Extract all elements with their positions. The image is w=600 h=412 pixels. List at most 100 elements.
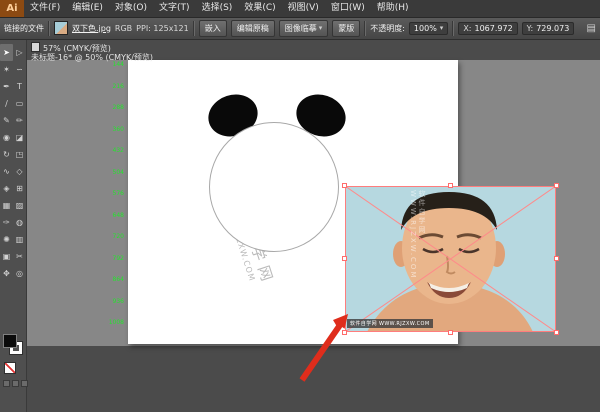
mask-button[interactable]: 蒙版	[332, 20, 360, 37]
blob-brush-tool[interactable]: ◉	[0, 129, 13, 146]
placed-linked-image[interactable]: 软件自学网 WWW.RJZXW.COM 软件自学网 WWW.RJZXW.COM	[345, 186, 556, 332]
menu-help[interactable]: 帮助(H)	[371, 0, 415, 17]
document-icon	[31, 42, 40, 52]
handle-top-left[interactable]	[342, 183, 347, 188]
app-logo: Ai	[0, 0, 24, 17]
ruler-label: 1008	[98, 320, 124, 326]
divider	[452, 21, 454, 36]
chevron-down-icon: ▾	[319, 24, 323, 32]
ruler-label: 792	[98, 256, 124, 262]
ruler-label: 288	[98, 105, 124, 111]
embed-button[interactable]: 嵌入	[199, 20, 227, 37]
divider	[364, 21, 366, 36]
menu-edit[interactable]: 编辑(E)	[66, 0, 109, 17]
type-tool[interactable]: T	[13, 78, 26, 95]
rotate-tool[interactable]: ↻	[0, 146, 13, 163]
handle-top-middle[interactable]	[448, 183, 453, 188]
zoom-tool[interactable]: ◎	[13, 265, 26, 282]
y-label: Y:	[527, 24, 534, 33]
draw-normal-mode-button[interactable]	[3, 380, 10, 387]
perspective-grid-tool[interactable]: ⊞	[13, 180, 26, 197]
ruler-label: 360	[98, 127, 124, 133]
ruler-label: 864	[98, 277, 124, 283]
hand-tool[interactable]: ✥	[0, 265, 13, 282]
draw-behind-mode-button[interactable]	[12, 380, 19, 387]
menu-type[interactable]: 文字(T)	[153, 0, 196, 17]
y-position-field[interactable]: Y: 729.073	[522, 22, 575, 35]
x-value: 1067.972	[475, 24, 513, 33]
width-tool[interactable]: ∿	[0, 163, 13, 180]
handle-bottom-middle[interactable]	[448, 330, 453, 335]
ruler-label: 504	[98, 170, 124, 176]
scale-tool[interactable]: ◳	[13, 146, 26, 163]
x-position-field[interactable]: X: 1067.972	[458, 22, 517, 35]
opacity-value: 100%	[414, 24, 437, 33]
panel-icon[interactable]: ▤	[587, 23, 596, 34]
photo-illustration	[345, 186, 556, 332]
mesh-tool[interactable]: ▦	[0, 197, 13, 214]
direct-selection-tool[interactable]: ▷	[13, 44, 26, 61]
menubar: Ai 文件(F) 编辑(E) 对象(O) 文字(T) 选择(S) 效果(C) 视…	[0, 0, 600, 18]
handle-top-right[interactable]	[554, 183, 559, 188]
free-transform-tool[interactable]: ◇	[13, 163, 26, 180]
symbol-sprayer-tool[interactable]: ✺	[0, 231, 13, 248]
eraser-tool[interactable]: ◪	[13, 129, 26, 146]
drawing-mode-buttons	[3, 380, 28, 387]
document-title: 未标题-16* @ 50% (CMYK/预览)	[31, 53, 153, 62]
document-tab[interactable]: 未标题-16* @ 50% (CMYK/预览)	[31, 52, 153, 63]
handle-middle-left[interactable]	[342, 256, 347, 261]
ruler-label: 216	[98, 84, 124, 90]
shape-builder-tool[interactable]: ◈	[0, 180, 13, 197]
ruler-label: 432	[98, 148, 124, 154]
y-value: 729.073	[536, 24, 569, 33]
linked-file-thumbnail	[54, 21, 68, 35]
line-segment-tool[interactable]: ∕	[0, 95, 13, 112]
ruler-label: 720	[98, 234, 124, 240]
lasso-tool[interactable]: ∽	[13, 61, 26, 78]
edit-original-button[interactable]: 编辑原稿	[231, 20, 275, 37]
handle-bottom-left[interactable]	[342, 330, 347, 335]
paintbrush-tool[interactable]: ✎	[0, 112, 13, 129]
divider	[48, 21, 50, 36]
artboard-tool[interactable]: ▣	[0, 248, 13, 265]
photo-caption-strip: 软件自学网 WWW.RJZXW.COM	[347, 319, 433, 328]
pen-tool[interactable]: ✒	[0, 78, 13, 95]
selection-tool[interactable]: ➤	[0, 44, 13, 61]
magic-wand-tool[interactable]: ✶	[0, 61, 13, 78]
none-color-swatch[interactable]	[4, 362, 16, 374]
control-bar: 链接的文件 双下色.jpg RGB PPI: 125x121 嵌入 编辑原稿 图…	[0, 17, 600, 40]
x-label: X:	[463, 24, 471, 33]
panda-face-circle-shape[interactable]	[209, 122, 339, 252]
opacity-dropdown[interactable]: 100% ▾	[409, 22, 448, 35]
ruler-label: 936	[98, 299, 124, 305]
opacity-label: 不透明度:	[370, 23, 405, 34]
tools-panel: ➤ ▷ ✶ ∽ ✒ T ∕ ▭ ✎ ✏ ◉ ◪ ↻ ◳ ∿ ◇ ◈ ⊞ ▦ ▨ …	[0, 40, 27, 412]
menu-window[interactable]: 窗口(W)	[325, 0, 371, 17]
linked-filename[interactable]: 双下色.jpg	[72, 23, 111, 34]
image-trace-label: 图像临摹	[285, 23, 317, 34]
draw-inside-mode-button[interactable]	[21, 380, 28, 387]
image-trace-button[interactable]: 图像临摹 ▾	[279, 20, 329, 37]
slice-tool[interactable]: ✂	[13, 248, 26, 265]
chevron-down-icon: ▾	[440, 24, 444, 32]
menu-effect[interactable]: 效果(C)	[238, 0, 281, 17]
color-mode-label: RGB	[115, 24, 132, 33]
eyedropper-tool[interactable]: ✑	[0, 214, 13, 231]
control-panel-label: 链接的文件	[4, 23, 44, 34]
handle-middle-right[interactable]	[554, 256, 559, 261]
fill-color-swatch[interactable]	[3, 334, 17, 348]
menu-object[interactable]: 对象(O)	[109, 0, 153, 17]
divider	[193, 21, 195, 36]
blend-tool[interactable]: ◍	[13, 214, 26, 231]
menu-view[interactable]: 视图(V)	[282, 0, 325, 17]
ruler-label: 648	[98, 213, 124, 219]
pencil-tool[interactable]: ✏	[13, 112, 26, 129]
gradient-tool[interactable]: ▨	[13, 197, 26, 214]
menu-file[interactable]: 文件(F)	[24, 0, 66, 17]
ppi-label: PPI: 125x121	[136, 24, 189, 33]
column-graph-tool[interactable]: ▥	[13, 231, 26, 248]
rectangle-tool[interactable]: ▭	[13, 95, 26, 112]
handle-bottom-right[interactable]	[554, 330, 559, 335]
ruler-label: 576	[98, 191, 124, 197]
menu-select[interactable]: 选择(S)	[196, 0, 239, 17]
